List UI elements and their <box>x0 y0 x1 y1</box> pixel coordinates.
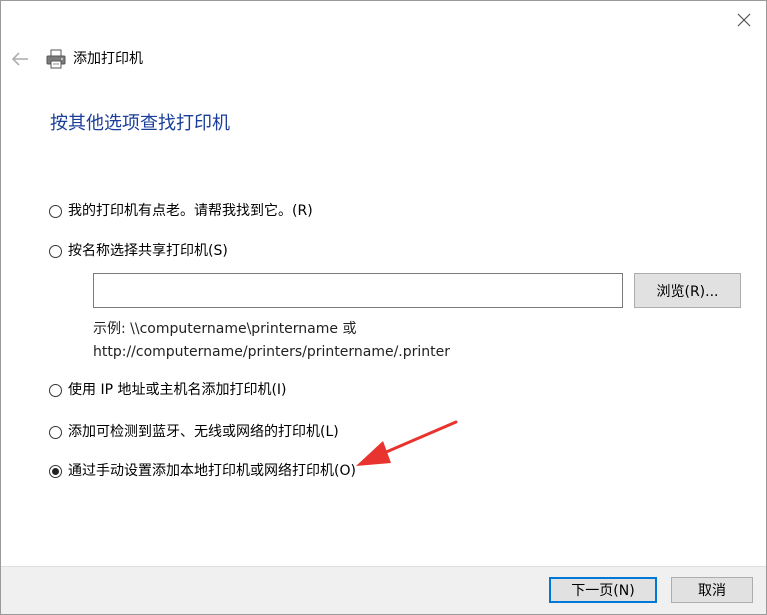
example-text-line2: http://computername/printers/printername… <box>93 344 451 360</box>
back-arrow-icon <box>11 52 28 66</box>
radio-manual-local[interactable] <box>49 464 62 478</box>
option-bluetooth-wireless-label: 添加可检测到蓝牙、无线或网络的打印机(L) <box>68 424 339 440</box>
option-ip-address-label: 使用 IP 地址或主机名添加打印机(I) <box>68 382 287 398</box>
radio-shared-printer[interactable] <box>49 244 62 258</box>
browse-button[interactable]: 浏览(R)... <box>634 273 741 308</box>
cancel-button[interactable]: 取消 <box>671 577 753 603</box>
page-heading: 按其他选项查找打印机 <box>50 113 230 134</box>
option-old-printer[interactable]: 我的打印机有点老。请帮我找到它。(R) <box>49 201 313 221</box>
radio-ip-address[interactable] <box>49 383 62 397</box>
next-button[interactable]: 下一页(N) <box>549 577 657 603</box>
option-shared-printer[interactable]: 按名称选择共享打印机(S) <box>49 241 228 261</box>
window-title: 添加打印机 <box>73 51 143 67</box>
option-old-printer-label: 我的打印机有点老。请帮我找到它。(R) <box>68 203 313 219</box>
option-manual-local[interactable]: 通过手动设置添加本地打印机或网络打印机(O) <box>49 461 356 481</box>
radio-bluetooth-wireless[interactable] <box>49 425 62 439</box>
option-manual-local-label: 通过手动设置添加本地打印机或网络打印机(O) <box>68 463 356 479</box>
close-button[interactable] <box>730 7 758 33</box>
printer-icon <box>46 49 66 69</box>
back-button[interactable] <box>9 48 31 70</box>
add-printer-dialog: 添加打印机 按其他选项查找打印机 我的打印机有点老。请帮我找到它。(R) 按名称… <box>0 0 767 615</box>
shared-printer-name-input[interactable] <box>93 273 623 308</box>
radio-old-printer[interactable] <box>49 204 62 218</box>
dialog-footer: 下一页(N) 取消 <box>1 566 766 614</box>
option-bluetooth-wireless[interactable]: 添加可检测到蓝牙、无线或网络的打印机(L) <box>49 422 339 442</box>
option-ip-address[interactable]: 使用 IP 地址或主机名添加打印机(I) <box>49 380 287 400</box>
option-shared-printer-label: 按名称选择共享打印机(S) <box>68 243 228 259</box>
annotation-arrow <box>356 420 458 466</box>
close-icon <box>737 13 751 27</box>
example-text-line1: 示例: \\computername\printername 或 <box>93 321 357 337</box>
